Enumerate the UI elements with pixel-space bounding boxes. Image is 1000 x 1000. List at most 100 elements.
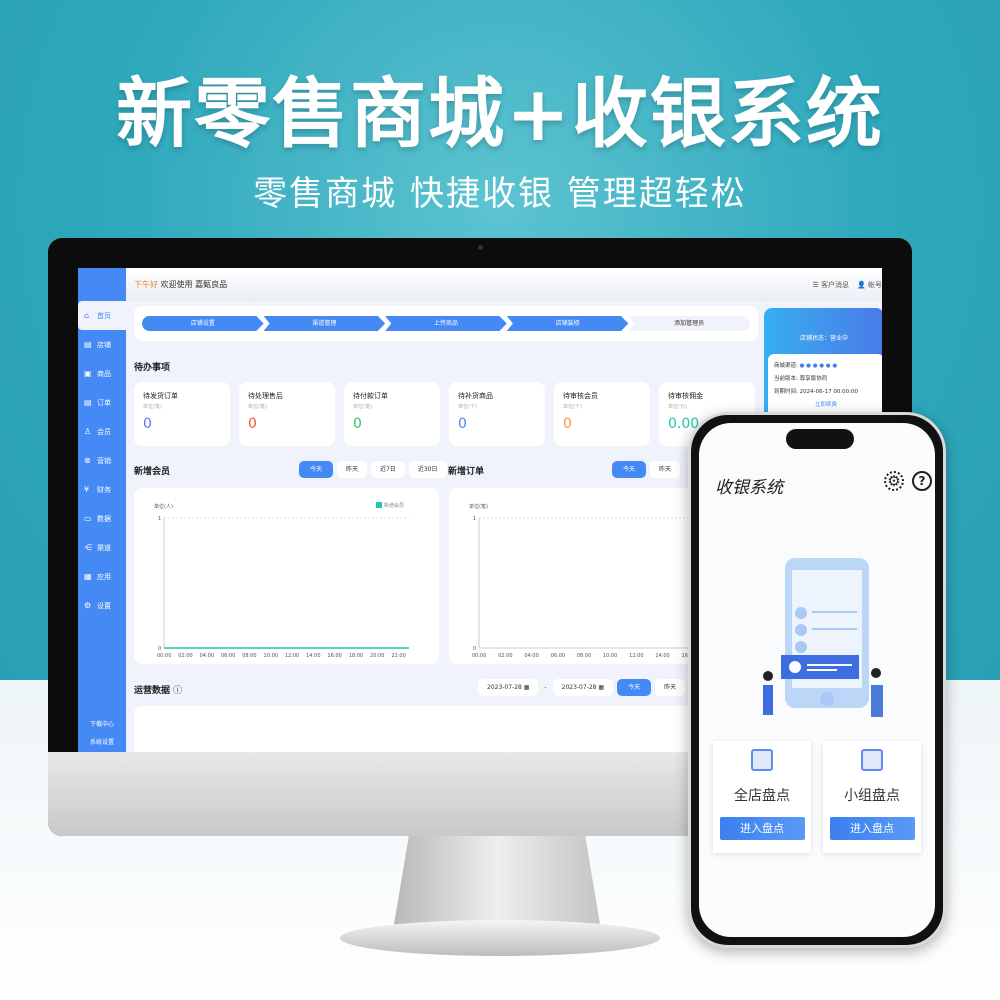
todo-card-unit: 单位(笔)	[248, 404, 267, 410]
todo-card[interactable]: 待审核会员单位(个) 0	[554, 382, 650, 446]
members-chart: 单位(人) 0 1 00:00 02:00 04:00 06:00 08:00 10:00 12:…	[134, 488, 439, 664]
sidebar-item[interactable]: ♙ 会员	[78, 417, 126, 446]
step-upload-goods[interactable]: 上传商品	[385, 316, 507, 331]
todo-card-title: 待审核会员	[563, 392, 598, 400]
customer-messages-button[interactable]: ☰ 客户消息	[813, 280, 850, 290]
date-start-input[interactable]: 2023-07-28 ▦	[478, 679, 539, 696]
y-tick-label: 0	[473, 646, 476, 652]
gear-icon[interactable]: ⚙	[884, 471, 904, 491]
store-icon: ▤	[84, 340, 92, 349]
card-title: 小组盘点	[844, 788, 900, 804]
filter-button[interactable]: 今天	[612, 461, 647, 478]
monitor-base	[340, 920, 660, 956]
system-settings-link[interactable]: 系统设置	[78, 734, 126, 752]
goods-icon: ▣	[84, 369, 92, 378]
todo-card-value: 0	[248, 416, 257, 432]
legend-label: 新增会员	[384, 502, 404, 509]
x-tick-label: 14:00	[655, 653, 669, 659]
card-title: 全店盘点	[734, 788, 790, 804]
todo-card[interactable]: 待发货订单单位(笔) 0	[134, 382, 230, 446]
x-tick-label: 14:00	[306, 653, 320, 659]
cashier-app-screen: 收银系统 ⚙ ? 全店盘点 进入盘点 小组盘点 进入盘点	[699, 423, 935, 937]
step-store-decoration[interactable]: 店铺装修	[506, 316, 629, 331]
version: 当前版本: 尊享版协同	[774, 376, 828, 382]
todo-card[interactable]: 待处理售后单位(笔) 0	[239, 382, 335, 446]
filter-button[interactable]: 今天	[299, 461, 334, 478]
todo-card-unit: 单位(元)	[668, 404, 687, 410]
todo-card-value: 0	[563, 416, 572, 432]
enter-inventory-button[interactable]: 进入盘点	[719, 817, 805, 840]
box-icon	[751, 749, 773, 771]
sidebar-item[interactable]: ▤ 订单	[78, 388, 126, 417]
todo-card[interactable]: 待付款订单 单位(笔) 0	[344, 382, 440, 446]
finance-icon: ¥	[84, 485, 90, 494]
x-tick-label: 20:00	[370, 653, 384, 659]
sidebar-item[interactable]: ⊗ 营销	[78, 446, 126, 475]
y-tick-label: 0	[158, 646, 161, 652]
date-end-input[interactable]: 2023-07-28 ▦	[552, 679, 614, 696]
ops-filter-yesterday[interactable]: 昨天	[655, 679, 686, 696]
todo-card-unit: 单位(个)	[458, 404, 477, 410]
channels-label: 商城渠道: ● ● ● ● ● ●	[774, 363, 838, 369]
x-tick-label: 08:00	[242, 653, 256, 659]
banner-title: 新零售商城+收银系统	[116, 69, 884, 158]
enter-inventory-button[interactable]: 进入盘点	[829, 817, 915, 840]
help-icon: ⓘ	[173, 686, 183, 696]
sidebar-item[interactable]: ⌂ 首页	[78, 301, 126, 330]
filter-button[interactable]: 昨天	[337, 461, 368, 478]
phone-notch	[786, 429, 854, 449]
todo-card-unit: 单位(个)	[563, 404, 582, 410]
ops-title: 运营数据 ⓘ	[134, 686, 183, 696]
sidebar-item[interactable]: ⋲ 渠道	[78, 533, 126, 562]
account-menu[interactable]: 👤 帐号	[857, 280, 882, 290]
app-title: 收银系统	[715, 478, 783, 498]
x-tick-label: 10:00	[603, 653, 617, 659]
todo-card[interactable]: 待补货商品 单位(个) 0	[449, 382, 545, 446]
todo-card-title: 待处理售后	[248, 392, 283, 400]
x-tick-label: 12:00	[629, 653, 643, 659]
x-tick-label: 04:00	[524, 653, 538, 659]
step-store-settings[interactable]: 店铺设置	[142, 316, 264, 331]
filter-button[interactable]: 近7日	[371, 461, 405, 478]
channel-icon: ⋲	[84, 543, 92, 552]
y-axis-label: 单位(人)	[154, 503, 173, 510]
todo-card-title: 待审核佣金	[668, 392, 703, 400]
sidebar-item[interactable]: ¥ 财务	[78, 475, 126, 504]
top-header: 下午好 欢迎使用 嘉甄良品 ☰ 客户消息 👤 帐号	[126, 268, 882, 301]
marketing-icon: ⊗	[84, 456, 91, 465]
x-tick-label: 06:00	[551, 653, 565, 659]
todo-card-value: 0	[353, 416, 362, 432]
orders-title: 新增订单	[448, 467, 485, 477]
expire-time: 到期时间: 2024-06-17 00:00:00	[774, 389, 859, 395]
sidebar-item[interactable]: ▭ 数据	[78, 504, 126, 533]
x-tick-label: 10:00	[264, 653, 278, 659]
filter-button[interactable]: 昨天	[650, 461, 681, 478]
sidebar: ⌂ 首页 ▤ 店铺 ▣ 商品 ▤ 订单 ♙ 会员 ⊗ 营销 ¥ 财务 ▭ 数据 ⋲ 渠道 ▦ 应用 ⚙ 设置 下载中心 系…	[78, 268, 126, 752]
todo-card-title: 待发货订单	[143, 392, 178, 400]
todo-card-title: 待补货商品	[458, 392, 493, 400]
step-add-admin[interactable]: 添加管理员	[628, 316, 750, 331]
full-store-inventory-card: 全店盘点 进入盘点	[713, 741, 811, 853]
renew-button[interactable]: 立即续费	[774, 399, 878, 412]
download-center-link[interactable]: 下载中心	[78, 716, 126, 734]
settings-icon: ⚙	[84, 601, 92, 610]
help-icon[interactable]: ?	[912, 471, 932, 491]
user-icon: ♙	[84, 427, 92, 436]
sidebar-item[interactable]: ▦ 应用	[78, 562, 126, 591]
todo-card-unit: 单位(笔)	[143, 404, 162, 410]
sidebar-item[interactable]: ⚙ 设置	[78, 591, 126, 620]
ops-filter-today[interactable]: 今天	[617, 679, 652, 696]
greeting: 下午好	[134, 280, 158, 289]
welcome-text: 欢迎使用 嘉甄良品	[160, 280, 228, 289]
filter-button[interactable]: 近30日	[408, 461, 447, 478]
x-tick-label: 00:00	[157, 653, 171, 659]
todo-title: 待办事项	[134, 363, 171, 373]
x-tick-label: 06:00	[221, 653, 235, 659]
todo-card-value: 0	[143, 416, 152, 432]
sidebar-item[interactable]: ▣ 商品	[78, 359, 126, 388]
legend-swatch	[376, 502, 382, 508]
clipboard-icon	[861, 749, 883, 771]
data-icon: ▭	[84, 514, 92, 523]
step-channel-management[interactable]: 渠道管理	[263, 316, 386, 331]
sidebar-item[interactable]: ▤ 店铺	[78, 330, 126, 359]
